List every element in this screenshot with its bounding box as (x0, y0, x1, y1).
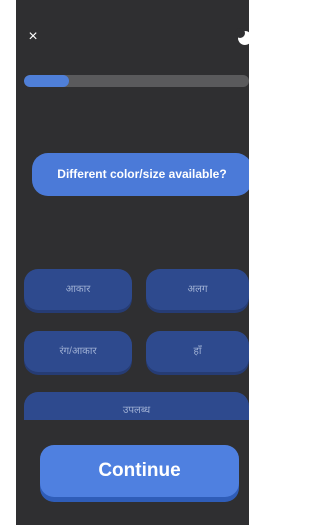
moon-icon[interactable] (235, 28, 249, 45)
option-button[interactable]: रंग/आकार (24, 331, 132, 372)
progress-fill (24, 75, 69, 87)
continue-button[interactable]: Continue (40, 445, 239, 497)
app-screen: × Different color/size available? आकार अ… (16, 0, 249, 525)
option-button[interactable]: हाँ (146, 331, 249, 372)
close-icon[interactable]: × (26, 29, 40, 45)
option-button[interactable]: आकार (24, 269, 132, 310)
progress-bar (24, 75, 249, 87)
question-bubble: Different color/size available? (32, 153, 249, 196)
option-button[interactable]: अलग (146, 269, 249, 310)
